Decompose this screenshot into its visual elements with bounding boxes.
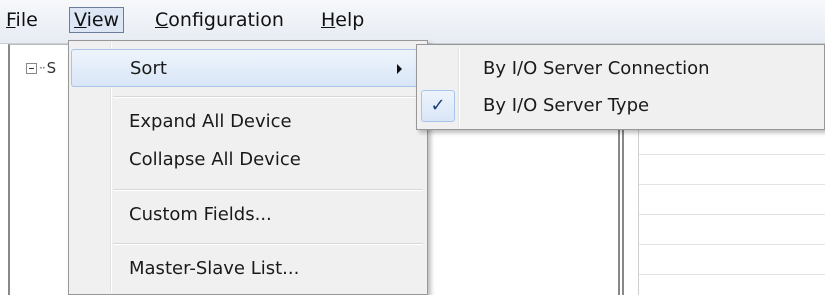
tree-root-node[interactable]: ·· S — [26, 59, 56, 77]
menu-item-custom-fields[interactable]: Custom Fields... — [71, 196, 425, 234]
checkmark-icon: ✓ — [421, 90, 455, 122]
view-menu-dropdown: Sort Expand All Device Collapse All Devi… — [68, 40, 428, 295]
tree-connector-icon: ·· — [39, 61, 46, 75]
menu-item-expand-all-device[interactable]: Expand All Device — [71, 103, 425, 141]
grid-row-divider — [639, 214, 825, 215]
menu-item-sort-label: Sort — [130, 58, 167, 79]
submenu-item-label: By I/O Server Connection — [483, 58, 710, 79]
menu-item-label: Master-Slave List... — [129, 258, 300, 279]
menu-configuration-mnemonic: C — [155, 9, 169, 31]
submenu-item-label: By I/O Server Type — [483, 95, 650, 116]
menu-help-mnemonic: H — [321, 9, 336, 31]
menu-view-label: iew — [86, 9, 120, 31]
menu-view[interactable]: View — [69, 7, 125, 33]
menu-item-label: Expand All Device — [129, 111, 292, 132]
grid-body — [638, 104, 825, 295]
submenu-arrow-icon — [397, 64, 402, 74]
menu-item-sort[interactable]: Sort — [71, 49, 425, 87]
menu-help-label: elp — [335, 9, 365, 31]
menu-file-label: ile — [15, 9, 38, 31]
menu-configuration[interactable]: Configuration — [151, 7, 288, 33]
collapse-icon[interactable] — [26, 62, 37, 74]
app-window: File View Configuration Help ·· S Sort E… — [0, 0, 825, 295]
menu-help[interactable]: Help — [317, 7, 368, 33]
tree-root-label: S — [46, 59, 57, 77]
menu-separator — [113, 96, 423, 98]
menu-view-mnemonic: V — [74, 9, 87, 31]
menu-item-label: Collapse All Device — [129, 149, 301, 170]
menu-item-master-slave-list[interactable]: Master-Slave List... — [71, 250, 425, 288]
menu-separator — [113, 243, 423, 245]
menu-configuration-label: onfiguration — [168, 9, 284, 31]
menu-item-label: Custom Fields... — [129, 204, 272, 225]
grid-row-divider — [639, 274, 825, 275]
grid-row-divider — [639, 154, 825, 155]
grid-row-divider — [639, 244, 825, 245]
submenu-item-by-io-server-type[interactable]: ✓ By I/O Server Type — [419, 87, 821, 125]
menu-file[interactable]: File — [2, 7, 42, 33]
menu-separator — [113, 189, 423, 191]
menu-item-collapse-all-device[interactable]: Collapse All Device — [71, 141, 425, 179]
sort-submenu: By I/O Server Connection ✓ By I/O Server… — [416, 44, 825, 130]
menu-file-mnemonic: F — [6, 9, 16, 31]
menu-bar: File View Configuration Help — [0, 0, 825, 44]
submenu-item-by-io-server-connection[interactable]: By I/O Server Connection — [419, 50, 821, 88]
grid-row-divider — [639, 184, 825, 185]
